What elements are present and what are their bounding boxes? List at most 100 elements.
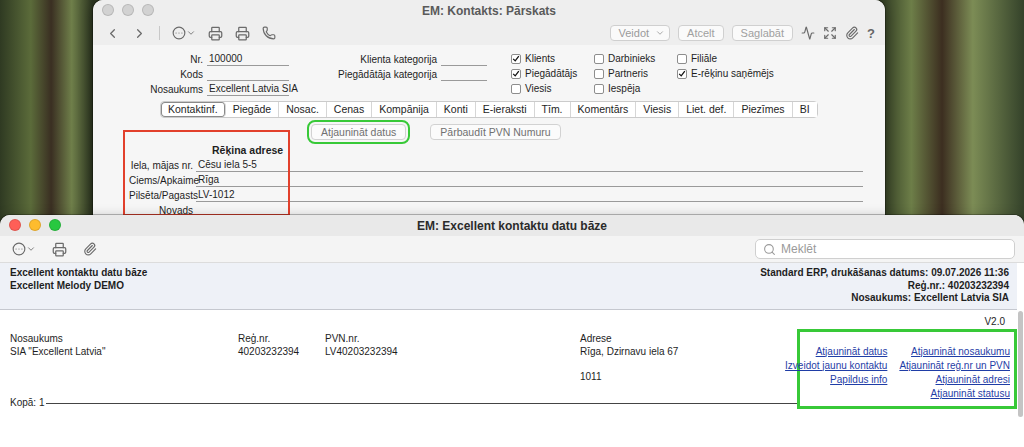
checkbox[interactable]: Klients <box>511 51 594 66</box>
checkbox[interactable]: Partneris <box>594 66 677 81</box>
expand-icon <box>823 26 837 40</box>
zoom-button[interactable] <box>49 219 61 231</box>
field-input[interactable] <box>441 52 487 66</box>
toolbar-button[interactable]: Saglabāt <box>732 25 793 41</box>
attach-button[interactable] <box>845 26 859 40</box>
forward-button[interactable] <box>132 26 147 41</box>
actions-menu[interactable] <box>172 26 196 40</box>
field-input[interactable] <box>207 67 289 81</box>
tab[interactable]: Viesis <box>636 102 679 117</box>
table-row[interactable]: SIA "Excellent Latvia"40203232394LV40203… <box>10 345 797 383</box>
section-heading: Rēķina adrese <box>196 143 863 157</box>
checkbox[interactable]: Filiāle <box>677 51 797 66</box>
checkbox-box[interactable] <box>594 54 604 64</box>
expand-button[interactable] <box>823 26 837 40</box>
search-field[interactable]: Meklēt <box>755 239 1015 259</box>
field-input[interactable]: Rīga <box>196 173 863 187</box>
total-rule <box>46 403 797 404</box>
title-bar: EM: Excellent kontaktu datu bāze <box>0 215 1024 236</box>
print-setup-button[interactable] <box>235 26 250 41</box>
printer-icon <box>52 242 67 257</box>
desktop: EM: Kontakts: PārskatsVeidotAtceltSaglab… <box>0 0 1024 447</box>
field-input[interactable] <box>441 67 487 81</box>
column-header: Adrese <box>580 333 797 346</box>
toolbar-right: Veidot Atcelt Saglabāt? <box>610 25 876 41</box>
tab[interactable]: Kontaktinf. <box>161 102 226 117</box>
checkbox-box[interactable] <box>511 84 521 94</box>
window-controls <box>9 219 61 231</box>
column-header: Reģ.nr. <box>238 333 325 346</box>
field-input[interactable] <box>196 203 863 215</box>
chevron-down-icon <box>26 244 36 254</box>
attach-button[interactable] <box>83 242 97 256</box>
tab[interactable]: Piegāde <box>226 102 280 117</box>
action-link[interactable]: Atjaunināt adresi <box>899 374 1010 388</box>
checkbox[interactable]: Viesis <box>511 81 594 96</box>
field-input[interactable]: LV-1012 <box>196 188 863 202</box>
checkbox[interactable]: Darbinieks <box>594 51 677 66</box>
toolbar-left <box>105 26 276 41</box>
tab[interactable]: E-ieraksti <box>476 102 535 117</box>
actions-menu[interactable] <box>12 242 36 256</box>
checkbox-box[interactable] <box>677 69 687 79</box>
toolbar-button[interactable]: Atcelt <box>678 25 724 41</box>
action-link[interactable]: Papildus info <box>785 374 887 388</box>
billing-address: Rēķina adreseIela, mājas nr.Cēsu iela 5-… <box>93 142 885 215</box>
tab[interactable]: Piezīmes <box>734 102 792 117</box>
table-header: NosaukumsReģ.nr.PVN.nr.Adrese <box>10 333 797 346</box>
scrollbar-thumb[interactable] <box>1018 311 1023 417</box>
checkbox-box[interactable] <box>594 69 604 79</box>
tab[interactable]: BI <box>793 102 817 117</box>
tab[interactable]: Liet. def. <box>679 102 734 117</box>
call-button[interactable] <box>262 26 276 40</box>
tab[interactable]: Cenas <box>327 102 372 117</box>
minimize-button[interactable] <box>29 219 41 231</box>
minimize-button[interactable] <box>122 4 134 16</box>
action-link[interactable]: Atjaunināt nosaukumu <box>899 346 1010 360</box>
checkbox-box[interactable] <box>511 69 521 79</box>
close-button[interactable] <box>9 219 21 231</box>
table-cell: LV40203232394 <box>325 345 580 383</box>
zoom-button[interactable] <box>142 4 154 16</box>
checkbox-box[interactable] <box>594 84 604 94</box>
toolbar: Meklēt <box>0 236 1024 263</box>
field-label: Nosaukums <box>113 83 203 96</box>
tab[interactable]: Nosac. <box>279 102 327 117</box>
action-link[interactable]: Atjaunināt statusu <box>899 388 1010 402</box>
print-button[interactable] <box>208 26 223 41</box>
tab[interactable]: Kompānija <box>372 102 437 117</box>
tab[interactable]: Tīm. <box>535 102 571 117</box>
category-fields: Klienta kategorijaPiegādātāja kategorija <box>297 51 487 81</box>
column-header: PVN.nr. <box>325 333 580 346</box>
tab[interactable]: Komentārs <box>571 102 637 117</box>
print-button[interactable] <box>52 242 67 257</box>
report-body: NosaukumsReģ.nr.PVN.nr.AdreseSIA "Excell… <box>0 329 1017 410</box>
paperclip-icon <box>845 26 859 40</box>
action-button[interactable]: Atjaunināt datus <box>311 124 406 140</box>
action-button[interactable]: Pārbaudīt PVN Numuru <box>430 124 560 140</box>
paperclip-icon <box>83 242 97 256</box>
toolbar-divider <box>159 26 160 40</box>
field-input[interactable]: 100000 <box>207 52 289 66</box>
checkbox[interactable]: Iespēja <box>594 81 677 96</box>
checkbox-box[interactable] <box>511 54 521 64</box>
field-input[interactable]: Excellent Latvia SIA <box>207 82 289 96</box>
checkbox-box[interactable] <box>677 54 687 64</box>
action-link[interactable]: Atjaunināt datus <box>785 346 887 360</box>
action-link[interactable]: Atjaunināt reģ.nr un PVN <box>899 360 1010 374</box>
close-button[interactable] <box>102 4 114 16</box>
window-controls <box>102 4 154 16</box>
field-input[interactable]: Cēsu iela 5-5 <box>196 158 863 172</box>
report-version: V2.0 <box>0 310 1017 328</box>
checkbox[interactable]: E-rēķinu saņēmējs <box>677 66 797 81</box>
help-button[interactable]: ? <box>867 26 875 41</box>
back-button[interactable] <box>105 26 120 41</box>
scrollbar[interactable] <box>1017 263 1024 447</box>
create-menu[interactable]: Veidot <box>610 25 671 41</box>
action-links: Atjaunināt datusAtjaunināt nosaukumuIzve… <box>797 329 1017 410</box>
checkbox[interactable]: Piegādātājs <box>511 66 594 81</box>
action-link[interactable] <box>785 388 887 402</box>
activity-button[interactable] <box>801 26 815 40</box>
action-link[interactable]: Izveidot jaunu kontaktu <box>785 360 887 374</box>
tab[interactable]: Konti <box>437 102 476 117</box>
